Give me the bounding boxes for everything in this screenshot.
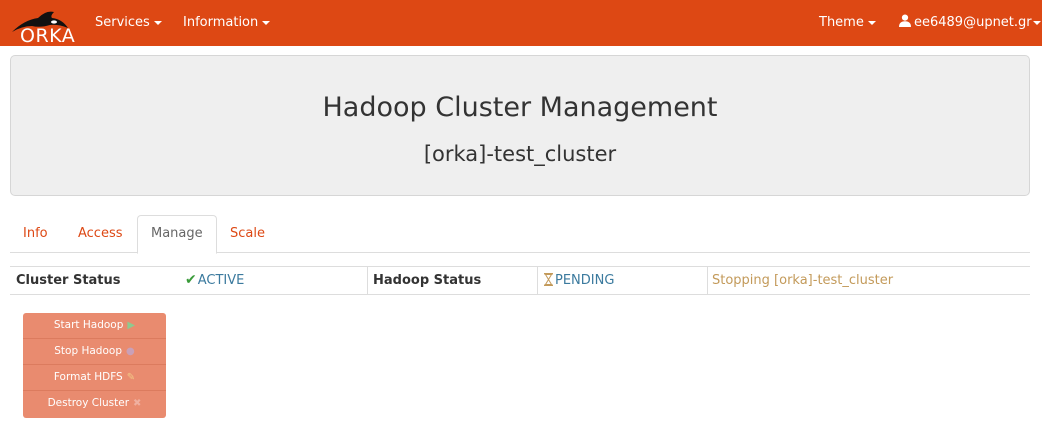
hadoop-status-text: PENDING [555, 273, 615, 288]
hadoop-status-value: PENDING [537, 267, 614, 294]
stop-hadoop-button[interactable]: Stop Hadoop ● [23, 339, 166, 365]
trash-icon: ✖ [133, 398, 142, 409]
cluster-status-value: ✔ACTIVE [185, 267, 244, 294]
chevron-down-icon [262, 20, 271, 25]
information-menu[interactable]: Information [183, 0, 271, 46]
chevron-down-icon [1032, 20, 1041, 25]
cluster-status-text: ACTIVE [197, 273, 245, 288]
brand-text: ORKA [20, 25, 76, 47]
top-navbar: ORKA Services Information Theme ee6489@u… [0, 0, 1042, 47]
hourglass-icon [544, 273, 553, 286]
tab-info[interactable]: Info [10, 215, 61, 253]
hadoop-actions-group: Start Hadoop ▶ Stop Hadoop ● Format HDFS ✎ … [23, 313, 166, 418]
tab-manage[interactable]: Manage [137, 215, 217, 254]
checkmark-icon: ✔ [185, 272, 197, 288]
hadoop-status-label: Hadoop Status [367, 267, 481, 294]
chevron-down-icon [153, 20, 162, 25]
user-icon [899, 14, 911, 27]
status-table-row: Cluster Status ✔ACTIVE Hadoop Status PEN… [10, 266, 1030, 295]
cluster-name: [orka]-test_cluster [423, 142, 617, 166]
cluster-status-label: Cluster Status [16, 273, 121, 288]
tab-access[interactable]: Access [65, 215, 136, 253]
services-menu[interactable]: Services [95, 0, 162, 46]
theme-menu[interactable]: Theme [819, 0, 876, 46]
stop-hadoop-label: Stop Hadoop [54, 345, 122, 357]
format-hdfs-button[interactable]: Format HDFS ✎ [23, 365, 166, 391]
status-message: Stopping [orka]-test_cluster [707, 267, 893, 294]
user-menu-label: ee6489@upnet.gr [914, 15, 1032, 30]
destroy-cluster-button[interactable]: Destroy Cluster ✖ [23, 391, 166, 418]
page-header: Hadoop Cluster Management [orka]-test_cl… [10, 55, 1030, 196]
stop-icon: ● [125, 346, 135, 357]
format-hdfs-label: Format HDFS [53, 371, 123, 383]
tab-scale[interactable]: Scale [217, 215, 278, 253]
page-title: Hadoop Cluster Management [322, 92, 718, 123]
start-hadoop-label: Start Hadoop [53, 319, 124, 331]
services-menu-label: Services [95, 15, 150, 30]
cluster-tabs: Info Access Manage Scale [10, 215, 1030, 254]
theme-menu-label: Theme [819, 15, 864, 30]
start-hadoop-button[interactable]: Start Hadoop ▶ [23, 313, 166, 339]
destroy-cluster-label: Destroy Cluster [47, 397, 130, 409]
format-icon: ✎ [126, 372, 136, 383]
chevron-down-icon [867, 20, 876, 25]
orka-logo[interactable]: ORKA [10, 6, 75, 47]
information-menu-label: Information [183, 15, 259, 30]
user-menu[interactable]: ee6489@upnet.gr [899, 0, 1041, 46]
play-icon: ▶ [127, 320, 136, 331]
